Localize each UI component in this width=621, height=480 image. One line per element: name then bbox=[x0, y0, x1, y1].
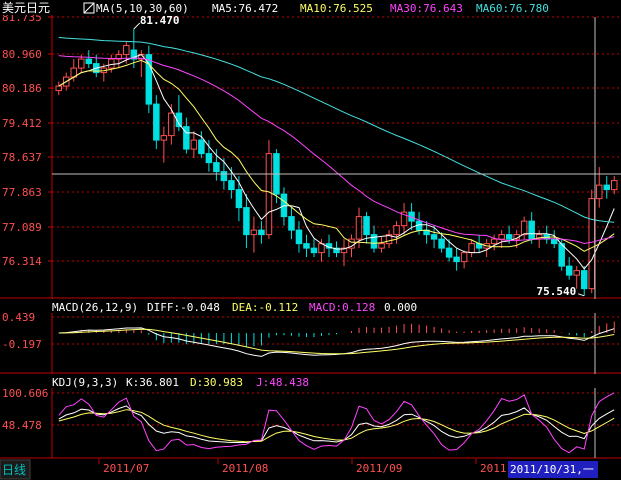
candle[interactable] bbox=[355, 216, 363, 240]
candle[interactable] bbox=[258, 229, 265, 236]
price-tick-label: 76.314 bbox=[2, 255, 42, 268]
candle[interactable] bbox=[153, 103, 160, 141]
candle[interactable] bbox=[363, 216, 370, 236]
cursor-date-label: 2011/10/31,一 bbox=[510, 463, 594, 476]
kdj-tick-label: 100.606 bbox=[2, 387, 48, 400]
ma60-line bbox=[58, 36, 615, 223]
candle[interactable] bbox=[430, 234, 438, 240]
candle[interactable] bbox=[378, 243, 385, 249]
kdj-j-line bbox=[58, 392, 615, 454]
trading-chart[interactable]: 81.73580.96080.18679.41278.63777.86377.0… bbox=[0, 0, 621, 480]
kdj-d-value: D:30.983 bbox=[190, 376, 243, 389]
ma10-value: MA10:76.525 bbox=[300, 2, 373, 15]
candle[interactable] bbox=[198, 139, 205, 155]
candle[interactable] bbox=[310, 247, 318, 254]
ma30-value: MA30:76.643 bbox=[390, 2, 463, 15]
candle[interactable] bbox=[228, 180, 235, 191]
macd-tick-label: -0.197 bbox=[2, 338, 42, 351]
candle[interactable] bbox=[490, 238, 498, 245]
candle[interactable] bbox=[220, 171, 228, 182]
candle[interactable] bbox=[78, 58, 85, 69]
candle[interactable] bbox=[603, 184, 610, 191]
date-axis-label: 2011 bbox=[480, 462, 507, 475]
kdj-k-value: K:36.801 bbox=[126, 376, 179, 389]
date-axis-label: 2011/07 bbox=[103, 462, 149, 475]
macd-diff-value: DIFF:-0.048 bbox=[147, 301, 220, 314]
candle[interactable] bbox=[190, 139, 198, 150]
kdj-params-label: KDJ(9,3,3) bbox=[52, 376, 118, 389]
candle[interactable] bbox=[55, 85, 63, 92]
candle[interactable] bbox=[205, 153, 213, 164]
candle[interactable] bbox=[160, 135, 168, 141]
candle[interactable] bbox=[168, 112, 175, 137]
candle[interactable] bbox=[520, 220, 528, 236]
macd-params-label: MACD(26,12,9) bbox=[52, 301, 138, 314]
low-marker-label: 75.540 bbox=[536, 285, 576, 298]
candle[interactable] bbox=[595, 184, 603, 200]
candle[interactable] bbox=[250, 229, 258, 236]
candle[interactable] bbox=[453, 256, 460, 263]
candle[interactable] bbox=[265, 153, 273, 236]
candle[interactable] bbox=[468, 243, 475, 254]
period-tab-label: 日线 bbox=[2, 463, 26, 477]
symbol-label: 美元日元 bbox=[2, 1, 50, 15]
price-tick-label: 77.863 bbox=[2, 186, 42, 199]
price-tick-label: 80.960 bbox=[2, 48, 42, 61]
price-tick-label: 80.186 bbox=[2, 82, 42, 95]
date-axis-label: 2011/08 bbox=[222, 462, 268, 475]
candle[interactable] bbox=[123, 45, 130, 56]
candle[interactable] bbox=[438, 238, 445, 249]
candle[interactable] bbox=[295, 229, 303, 245]
price-tick-label: 78.637 bbox=[2, 151, 42, 164]
candle[interactable] bbox=[303, 243, 310, 249]
candle[interactable] bbox=[588, 198, 595, 290]
chart-window: 81.735 80.960 80.186 79.412 78.637 77.863 77.0… bbox=[0, 0, 621, 480]
candle[interactable] bbox=[565, 265, 573, 276]
ma30-line bbox=[58, 55, 615, 245]
macd-extra-value: 0.000 bbox=[384, 301, 417, 314]
candle[interactable] bbox=[550, 238, 558, 245]
low-marker-arrow bbox=[578, 293, 585, 297]
macd-dea-line bbox=[58, 328, 615, 355]
candle[interactable] bbox=[243, 207, 250, 236]
candle[interactable] bbox=[498, 234, 505, 240]
macd-tick-label: 0.439 bbox=[2, 311, 35, 324]
kdj-tick-label: 48.478 bbox=[2, 419, 42, 432]
candle[interactable] bbox=[505, 234, 513, 240]
kdj-d-line bbox=[58, 409, 615, 443]
candle[interactable] bbox=[235, 189, 243, 209]
ma-params-label: MA(5,10,30,60) bbox=[96, 2, 189, 15]
candle[interactable] bbox=[288, 216, 295, 231]
candle[interactable] bbox=[85, 58, 93, 65]
ma60-value: MA60:76.780 bbox=[476, 2, 549, 15]
candle[interactable] bbox=[213, 162, 220, 173]
macd-dea-value: DEA:-0.112 bbox=[232, 301, 298, 314]
candle[interactable] bbox=[460, 252, 468, 263]
candle[interactable] bbox=[573, 270, 580, 276]
candle[interactable] bbox=[610, 180, 618, 191]
kdj-j-value: J:48.438 bbox=[256, 376, 309, 389]
candle[interactable] bbox=[580, 270, 588, 290]
candle[interactable] bbox=[528, 220, 535, 240]
high-marker-label: 81.470 bbox=[140, 14, 180, 27]
ma5-value: MA5:76.472 bbox=[212, 2, 278, 15]
price-tick-label: 79.412 bbox=[2, 117, 42, 130]
price-tick-label: 77.089 bbox=[2, 221, 42, 234]
macd-diff-line bbox=[58, 327, 615, 357]
candle[interactable] bbox=[108, 58, 115, 69]
macd-macd-value: MACD:0.128 bbox=[309, 301, 375, 314]
date-axis-label: 2011/09 bbox=[356, 462, 402, 475]
candle[interactable] bbox=[445, 247, 453, 258]
candle[interactable] bbox=[393, 225, 400, 236]
